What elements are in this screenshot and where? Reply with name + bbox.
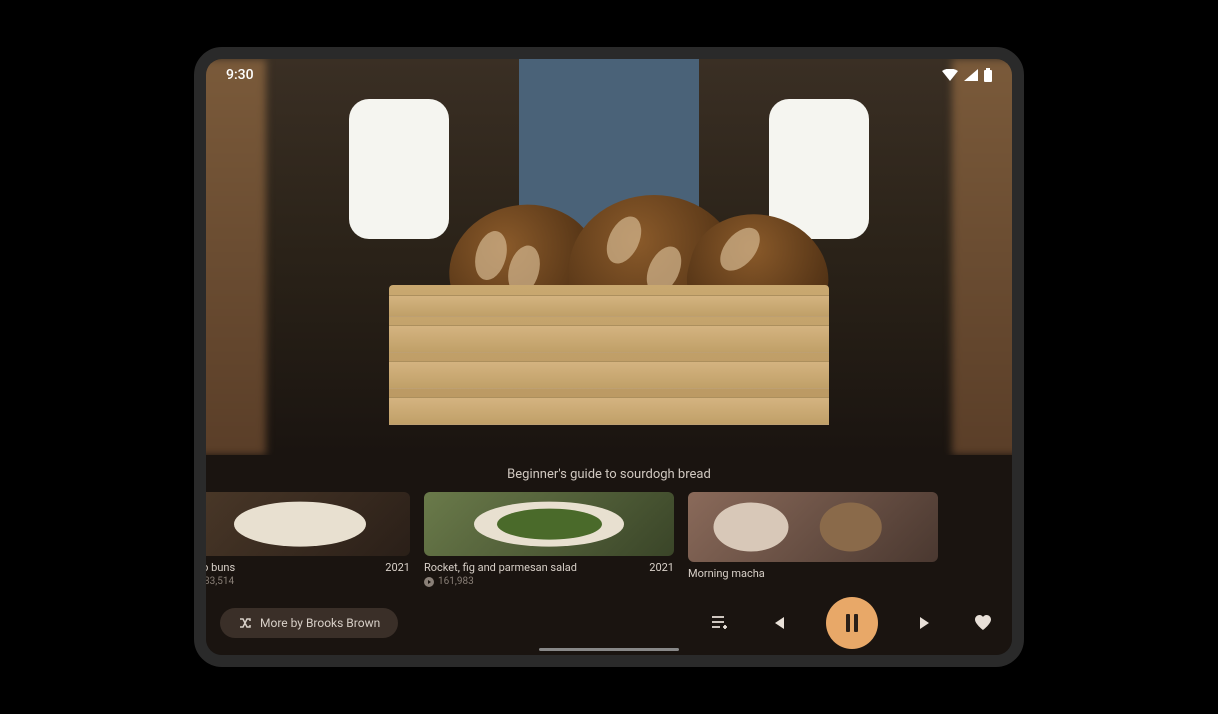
favorite-button[interactable] (974, 615, 992, 631)
related-title-text: Morning macha (688, 567, 765, 580)
more-by-label: More by Brooks Brown (260, 616, 380, 630)
home-indicator[interactable] (539, 648, 679, 651)
background-post (206, 59, 266, 455)
related-views: 83,514 (206, 576, 234, 587)
related-card[interactable]: Morning macha (688, 492, 938, 587)
more-by-author-chip[interactable]: More by Brooks Brown (220, 608, 398, 638)
previous-button[interactable] (770, 615, 786, 631)
related-year: 2021 (385, 561, 410, 574)
next-button[interactable] (918, 615, 934, 631)
related-card[interactable]: Rocket, fig and parmesan salad 2021 161,… (424, 492, 674, 587)
related-year: 2021 (649, 561, 674, 574)
player-controls: More by Brooks Brown (206, 587, 1012, 655)
shuffle-icon (238, 616, 252, 630)
pause-button[interactable] (826, 597, 878, 649)
queue-button[interactable] (712, 615, 730, 631)
battery-icon (984, 68, 992, 82)
background-post (952, 59, 1012, 455)
hero-video-area[interactable] (206, 59, 1012, 455)
related-title-text: Rocket, fig and parmesan salad (424, 561, 577, 574)
signal-icon (964, 69, 978, 81)
screen: 9:30 (194, 47, 1024, 667)
related-thumbnail (424, 492, 674, 556)
related-thumbnail (206, 492, 410, 556)
status-bar: 9:30 (206, 67, 1012, 83)
related-views: 161,983 (438, 576, 474, 587)
lower-panel: Beginner's guide to sourdogh bread bao b… (206, 455, 1012, 655)
related-title-text: bao buns (206, 561, 235, 574)
foldable-device-frame: 9:30 (194, 47, 1024, 667)
wifi-icon (942, 69, 958, 81)
play-icon (424, 577, 434, 587)
related-thumbnail (688, 492, 938, 562)
status-time: 9:30 (226, 67, 254, 83)
video-title: Beginner's guide to sourdogh bread (206, 467, 1012, 482)
status-indicators (942, 68, 992, 82)
related-card[interactable]: bao buns 2021 83,514 (206, 492, 410, 587)
related-videos-row[interactable]: bao buns 2021 83,514 Rocket, fig and par… (206, 492, 1012, 587)
bread-crate-graphic (389, 205, 829, 425)
